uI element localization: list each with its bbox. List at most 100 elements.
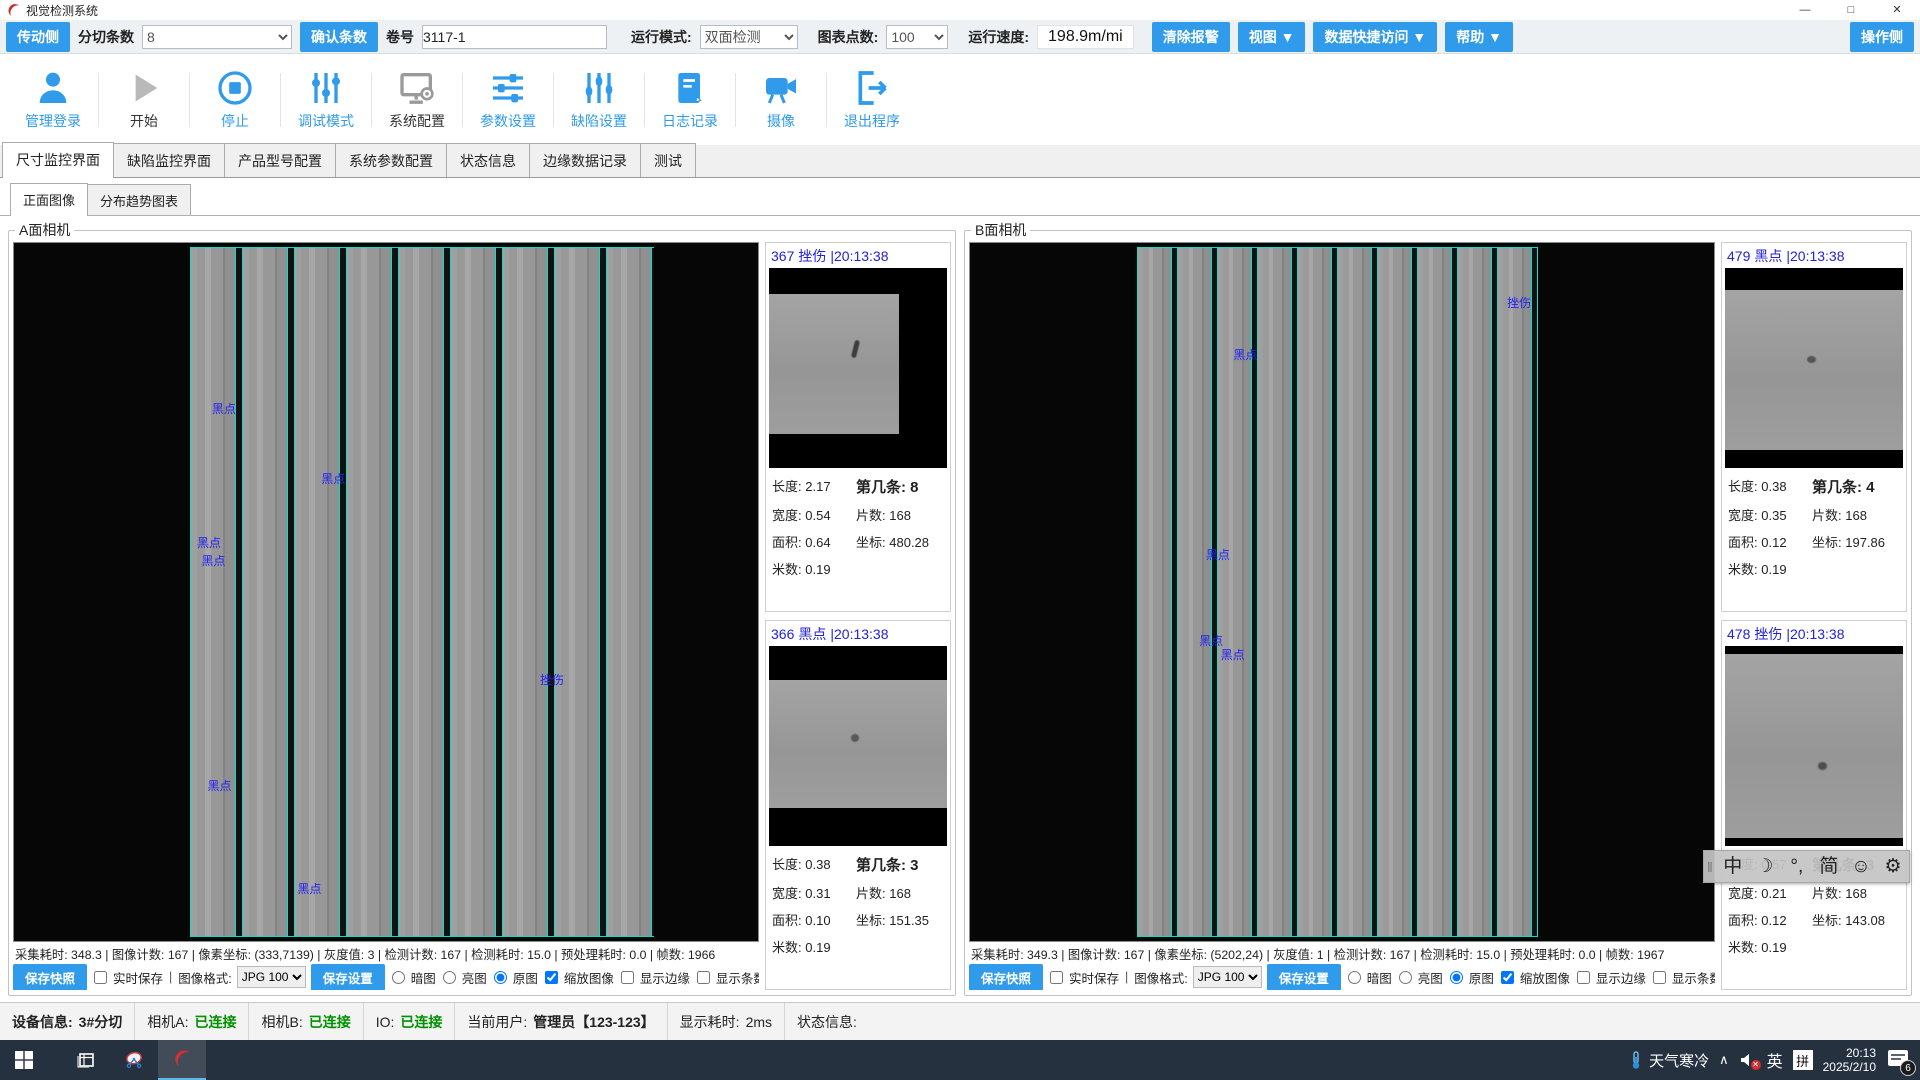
show-edge-checkbox[interactable] — [621, 971, 634, 984]
ime-drag-handle[interactable]: ‖ — [1704, 859, 1717, 875]
debug-mode-button[interactable]: 调试模式 — [283, 68, 369, 131]
inspection-app-taskbar-button[interactable] — [158, 1040, 206, 1080]
save-settings-button[interactable]: 保存设置 — [1267, 964, 1341, 991]
start-button[interactable]: 开始 — [101, 68, 187, 131]
capture-button[interactable]: 摄像 — [738, 68, 824, 131]
current-user-label: 当前用户: — [467, 1012, 527, 1032]
defect-thumbnail[interactable] — [769, 646, 947, 846]
realtime-save-checkbox[interactable] — [94, 971, 107, 984]
show-edge-checkbox[interactable] — [1577, 971, 1590, 984]
tab-test[interactable]: 测试 — [640, 143, 696, 177]
drive-side-button[interactable]: 传动侧 — [6, 22, 70, 52]
show-count-checkbox[interactable] — [1653, 971, 1666, 984]
tab-status-info[interactable]: 状态信息 — [446, 143, 530, 177]
ime-indicator[interactable]: 拼 — [1793, 1050, 1813, 1070]
bright-image-radio[interactable] — [1399, 971, 1412, 984]
tab-edge-data-record[interactable]: 边缘数据记录 — [529, 143, 641, 177]
tab-system-param-config[interactable]: 系统参数配置 — [335, 143, 447, 177]
save-settings-button[interactable]: 保存设置 — [311, 964, 385, 991]
ime-mode-chinese[interactable]: 中 — [1717, 851, 1749, 882]
icon-toolbar: 管理登录 开始 停止 调试模式 系统配置 参数设置 缺陷设置 日志记录 摄像 — [0, 54, 1920, 145]
operate-side-button[interactable]: 操作侧 — [1850, 22, 1914, 52]
zoom-image-label: 缩放图像 — [564, 968, 614, 987]
meters-label: 米数: — [772, 940, 802, 955]
camera-a-live-image[interactable]: 黑点黑点黑点黑点挫伤黑点黑点 — [13, 242, 759, 942]
run-mode-label: 运行模式: — [631, 27, 692, 47]
start-button[interactable] — [0, 1040, 48, 1080]
admin-login-button[interactable]: 管理登录 — [10, 68, 96, 131]
language-indicator[interactable]: 英 — [1767, 1048, 1783, 1072]
ime-simplified-toggle[interactable]: 简 — [1813, 851, 1845, 882]
dark-image-radio[interactable] — [1348, 971, 1361, 984]
empty-cell — [1812, 937, 1900, 956]
dark-image-radio[interactable] — [392, 971, 405, 984]
defect-thumbnail[interactable] — [769, 268, 947, 468]
zoom-image-checkbox[interactable] — [1501, 971, 1514, 984]
defect-thumbnail[interactable] — [1725, 646, 1903, 846]
log-record-button[interactable]: 日志记录 — [647, 68, 733, 131]
run-mode-select[interactable]: 双面检测 — [700, 25, 798, 49]
stop-button[interactable]: 停止 — [192, 68, 278, 131]
view-menu-button[interactable]: 视图 ▼ — [1238, 22, 1306, 52]
coord-value: 151.35 — [889, 913, 929, 928]
subtab-front-image[interactable]: 正面图像 — [10, 183, 88, 216]
empty-cell — [856, 559, 944, 578]
close-button[interactable]: ✕ — [1874, 0, 1920, 20]
save-snapshot-button[interactable]: 保存快照 — [13, 964, 87, 991]
image-format-select[interactable]: JPG 100 — [1193, 966, 1262, 988]
confirm-count-button[interactable]: 确认条数 — [300, 22, 378, 52]
width-label: 宽度: — [1728, 508, 1758, 523]
clock-widget[interactable]: 20:13 2025/2/10 — [1823, 1046, 1876, 1074]
tab-size-monitor[interactable]: 尺寸监控界面 — [2, 142, 114, 178]
original-image-radio[interactable] — [494, 971, 507, 984]
area-label: 面积: — [1728, 913, 1758, 928]
monitor-gear-icon — [397, 68, 437, 108]
ime-punctuation-toggle[interactable]: °, — [1781, 851, 1813, 882]
tab-defect-monitor[interactable]: 缺陷监控界面 — [113, 143, 225, 177]
save-snapshot-button[interactable]: 保存快照 — [969, 964, 1043, 991]
notification-center-button[interactable]: 6 — [1886, 1048, 1912, 1072]
param-settings-button[interactable]: 参数设置 — [465, 68, 551, 131]
length-label: 长度: — [772, 479, 802, 494]
length-label: 长度: — [772, 857, 802, 872]
ime-moon-icon[interactable]: ☽ — [1749, 851, 1781, 882]
ime-emoji-button[interactable]: ☺ — [1845, 851, 1877, 882]
clear-alarm-button[interactable]: 清除报警 — [1152, 22, 1230, 52]
camera-a-defect-cards: 367挫伤|20:13:38 长度: 2.17 第几条: 8 宽度: 0.54 … — [765, 242, 951, 990]
defect-thumbnail[interactable] — [1725, 268, 1903, 468]
bright-image-radio[interactable] — [443, 971, 456, 984]
volume-muted-icon[interactable]: ✕ — [1739, 1052, 1757, 1068]
width-value: 0.31 — [805, 886, 830, 901]
task-view-button[interactable] — [62, 1040, 110, 1080]
defect-sliders-icon — [579, 68, 619, 108]
ime-floating-toolbar: ‖ 中 ☽ °, 简 ☺ ⚙ — [1703, 850, 1910, 883]
defect-label: 黑点 — [321, 470, 345, 487]
camera-a-title: A面相机 — [15, 220, 74, 240]
toolbar-divider — [553, 73, 554, 127]
data-quick-access-button[interactable]: 数据快捷访问 ▼ — [1313, 22, 1437, 52]
chart-points-select[interactable]: 100 — [886, 25, 948, 49]
weather-widget[interactable]: 天气寒冷 — [1628, 1050, 1709, 1071]
realtime-save-checkbox[interactable] — [1050, 971, 1063, 984]
tray-chevron[interactable]: ∧ — [1719, 1052, 1729, 1068]
camera-b-live-image[interactable]: 挫伤黑点黑点黑点黑点 — [969, 242, 1715, 942]
system-config-button[interactable]: 系统配置 — [374, 68, 460, 131]
zoom-image-checkbox[interactable] — [545, 971, 558, 984]
maximize-button[interactable]: □ — [1828, 0, 1874, 20]
show-count-checkbox[interactable] — [697, 971, 710, 984]
minimize-button[interactable]: — — [1782, 0, 1828, 20]
slit-count-select[interactable]: 8 — [142, 25, 292, 49]
subtab-distribution-chart[interactable]: 分布趋势图表 — [87, 184, 191, 215]
roll-number-input[interactable] — [422, 25, 607, 49]
exit-program-button[interactable]: 退出程序 — [829, 68, 915, 131]
area-label: 面积: — [772, 535, 802, 550]
tab-product-model-config[interactable]: 产品型号配置 — [224, 143, 336, 177]
original-image-radio[interactable] — [1450, 971, 1463, 984]
display-time: 显示耗时: 2ms — [668, 1003, 785, 1040]
camera-a-controls: 保存快照 实时保存 | 图像格式: JPG 100 保存设置 暗图 亮图 原图 — [13, 962, 759, 990]
ime-settings-gear[interactable]: ⚙ — [1877, 851, 1909, 882]
defect-settings-button[interactable]: 缺陷设置 — [556, 68, 642, 131]
help-menu-button[interactable]: 帮助 ▼ — [1445, 22, 1513, 52]
image-format-select[interactable]: JPG 100 — [237, 966, 306, 988]
snipping-tool-button[interactable] — [110, 1040, 158, 1080]
